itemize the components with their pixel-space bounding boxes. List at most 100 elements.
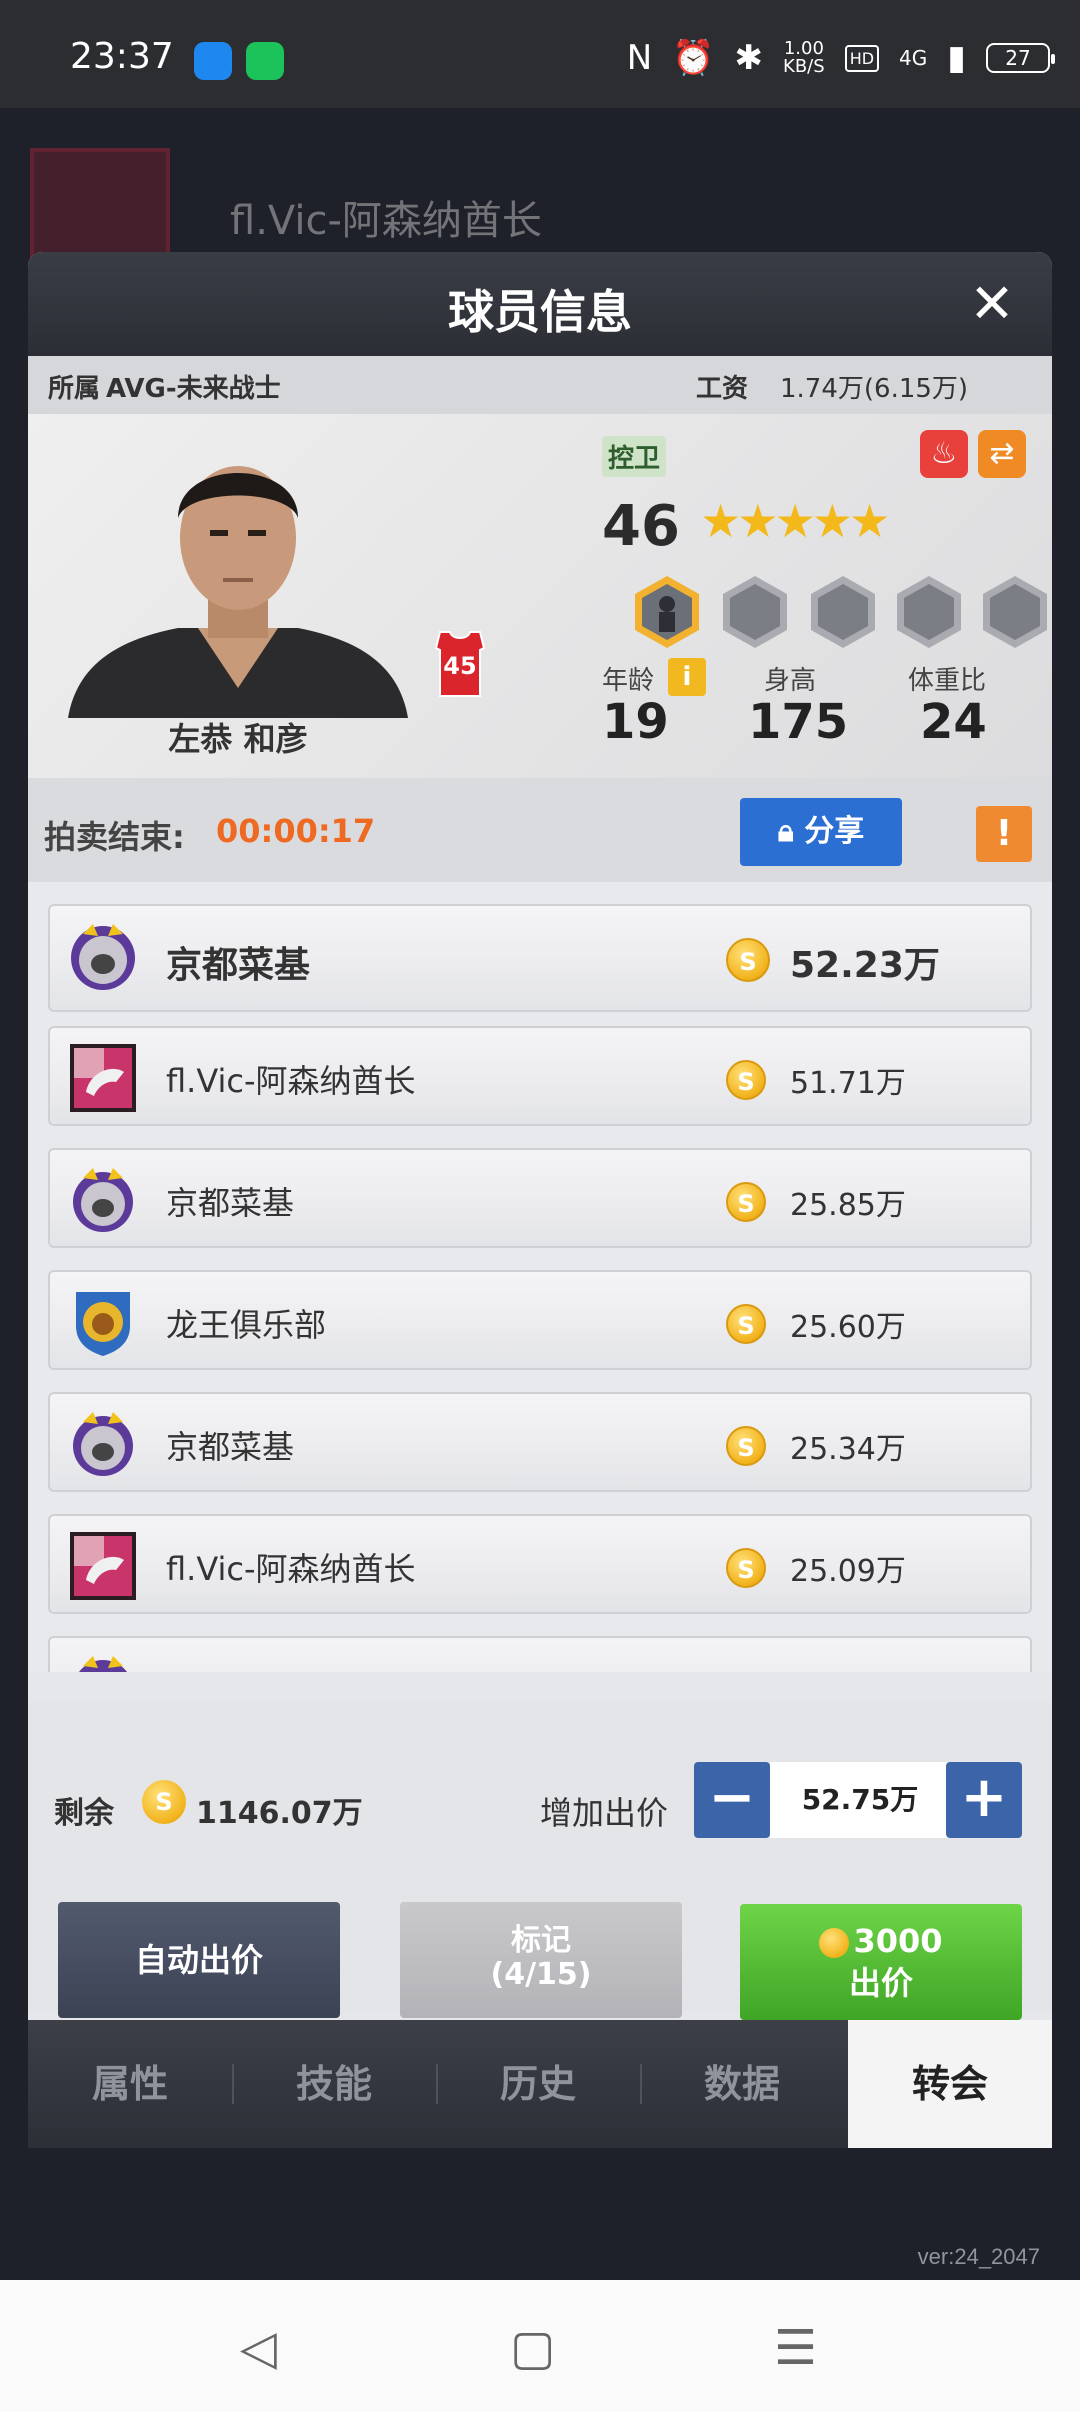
player-card: 45 左恭 和彦 控卫 ♨ ⇄ 46 ★★★★★ 年龄 i 19 身高 175 … xyxy=(28,414,1052,778)
signal-bars-icon: ▮ xyxy=(947,38,966,78)
share-button[interactable]: 🔒︎ 分享 xyxy=(740,798,902,866)
coin-icon: S xyxy=(726,1182,766,1222)
clock: 23:37 xyxy=(70,36,174,77)
menu-icon[interactable]: ☰ xyxy=(774,2320,817,2376)
back-icon[interactable]: ◁ xyxy=(240,2320,277,2376)
bid-label: 出价 xyxy=(848,1964,913,2002)
bid-amount-field[interactable]: 52.75万 xyxy=(770,1762,950,1838)
version-label: ver:24_2047 xyxy=(917,2244,1040,2269)
player-info-modal: 球员信息 ✕ 所属 AVG-未来战士 工资 1.74万(6.15万) 45 左恭… xyxy=(28,252,1052,2148)
coin-icon: S xyxy=(726,1304,766,1344)
system-nav-bar: ◁ ▢ ☰ xyxy=(0,2280,1080,2412)
home-icon[interactable]: ▢ xyxy=(510,2320,555,2376)
coin-icon xyxy=(819,1928,850,1958)
player-portrait xyxy=(68,466,408,718)
dragon-logo-icon xyxy=(70,1532,136,1600)
lock-icon: 🔒︎ xyxy=(777,814,794,849)
nfc-icon: N xyxy=(626,38,653,78)
coin-icon: S xyxy=(726,1060,766,1100)
coin-icon: S xyxy=(142,1780,186,1824)
tab-bar: 属性 技能 历史 数据 转会 xyxy=(28,2020,1052,2148)
auction-end-label: 拍卖结束: xyxy=(44,818,185,856)
bidder-team: 京都菜基 xyxy=(166,945,311,986)
salary-label: 工资 xyxy=(696,374,749,404)
bid-list[interactable]: 京都菜基 S 52.23万 fl.Vic-阿森纳酋长 S 51.71万 京都菜基… xyxy=(28,882,1052,1672)
bidder-team: 京都菜基 xyxy=(166,1428,295,1466)
fire-icon[interactable]: ♨ xyxy=(920,430,968,478)
lion-logo-icon xyxy=(76,1292,130,1356)
player-rating: 46 xyxy=(602,494,680,559)
bid-amount: 25.34万 xyxy=(790,1432,906,1467)
wolf-logo-icon xyxy=(73,1412,133,1476)
qq-app-icon xyxy=(194,42,232,80)
wechat-app-icon xyxy=(246,42,284,80)
position-tag: 控卫 xyxy=(602,436,667,477)
speed-unit: KB/S xyxy=(783,56,825,77)
battery-icon: 27 xyxy=(986,43,1055,73)
bluetooth-icon: ✱ xyxy=(734,38,764,78)
tab-attributes[interactable]: 属性 xyxy=(28,2020,232,2148)
wolf-logo-icon xyxy=(73,1168,133,1232)
share-label: 分享 xyxy=(804,814,865,849)
skill-slot-empty-icon[interactable] xyxy=(980,574,1050,650)
decrease-bid-button[interactable]: − xyxy=(694,1762,770,1838)
mark-button[interactable]: 标记 (4/15) xyxy=(400,1902,682,2018)
bidder-team: 京都菜基 xyxy=(166,1184,295,1222)
status-bar: 23:37 N ⏰ ✱ 1.00 KB/S HD 4G ▮ 27 xyxy=(0,0,1080,108)
tab-data[interactable]: 数据 xyxy=(640,2020,844,2148)
star-rating: ★★★★★ xyxy=(700,494,890,548)
bid-control-panel: 剩余 S 1146.07万 增加出价 − 52.75万 + 自动出价 标记 (4… xyxy=(28,1702,1052,2020)
auction-countdown: 00:00:17 xyxy=(216,812,376,850)
bid-amount: 52.23万 xyxy=(790,945,940,986)
bid-amount: 25.60万 xyxy=(790,1310,906,1345)
remaining-label: 剩余 xyxy=(54,1796,114,1831)
auto-bid-button[interactable]: 自动出价 xyxy=(58,1902,340,2018)
jersey-number: 45 xyxy=(443,652,477,680)
hd-icon: HD xyxy=(844,44,880,72)
height-label: 身高 xyxy=(764,666,817,696)
mark-count: (4/15) xyxy=(490,1957,592,1992)
tab-skills[interactable]: 技能 xyxy=(232,2020,436,2148)
weight-label: 体重比 xyxy=(908,666,987,696)
age-value: 19 xyxy=(602,694,669,750)
swap-icon[interactable]: ⇄ xyxy=(978,430,1026,478)
bid-row: fl.Vic-阿森纳酋长 S 51.71万 xyxy=(48,1026,1032,1126)
bidder-team: fl.Vic-阿森纳酋长 xyxy=(166,1062,416,1100)
wolf-logo-icon xyxy=(79,1656,127,1672)
coin-icon: S xyxy=(726,938,770,982)
bid-amount: 25.09万 xyxy=(790,1554,906,1589)
info-icon[interactable]: i xyxy=(668,658,706,696)
dragon-logo-icon xyxy=(70,1044,136,1112)
tab-history[interactable]: 历史 xyxy=(436,2020,640,2148)
place-bid-button[interactable]: 3000 出价 xyxy=(740,1904,1022,2020)
team-label: 所属 xyxy=(48,374,101,404)
skill-slot-empty-icon[interactable] xyxy=(808,574,878,650)
wolf-logo-icon xyxy=(71,924,135,990)
team-value: AVG-未来战士 xyxy=(106,374,281,404)
mark-label: 标记 xyxy=(511,1923,571,1958)
player-name: 左恭 和彦 xyxy=(168,720,308,758)
bid-row: fl.Vic-阿森纳酋长 S 25.09万 xyxy=(48,1514,1032,1614)
bid-cost: 3000 xyxy=(853,1922,943,1960)
bid-amount: 51.71万 xyxy=(790,1066,906,1101)
warning-icon[interactable]: ! xyxy=(976,806,1032,862)
remaining-value: 1146.07万 xyxy=(196,1796,363,1831)
skill-slot-empty-icon[interactable] xyxy=(720,574,790,650)
weight-value: 24 xyxy=(920,694,987,750)
alarm-icon: ⏰ xyxy=(672,38,715,78)
bid-amount: 25.85万 xyxy=(790,1188,906,1223)
skill-slots xyxy=(602,574,1047,654)
salary-value: 1.74万(6.15万) xyxy=(780,374,969,404)
skill-slot-active-icon[interactable] xyxy=(632,574,702,650)
modal-header: 球员信息 ✕ xyxy=(28,252,1052,356)
increase-bid-button[interactable]: + xyxy=(946,1762,1022,1838)
tab-transfer[interactable]: 转会 xyxy=(848,2020,1052,2148)
background-team-name: fl.Vic-阿森纳酋长 xyxy=(230,198,542,244)
coin-icon: S xyxy=(726,1548,766,1588)
bid-row: 龙王俱乐部 S 25.60万 xyxy=(48,1270,1032,1370)
close-button[interactable]: ✕ xyxy=(962,274,1022,334)
increase-bid-label: 增加出价 xyxy=(540,1794,669,1832)
bid-row: 京都菜基 S 25.85万 xyxy=(48,1148,1032,1248)
height-value: 175 xyxy=(748,694,849,750)
skill-slot-empty-icon[interactable] xyxy=(894,574,964,650)
